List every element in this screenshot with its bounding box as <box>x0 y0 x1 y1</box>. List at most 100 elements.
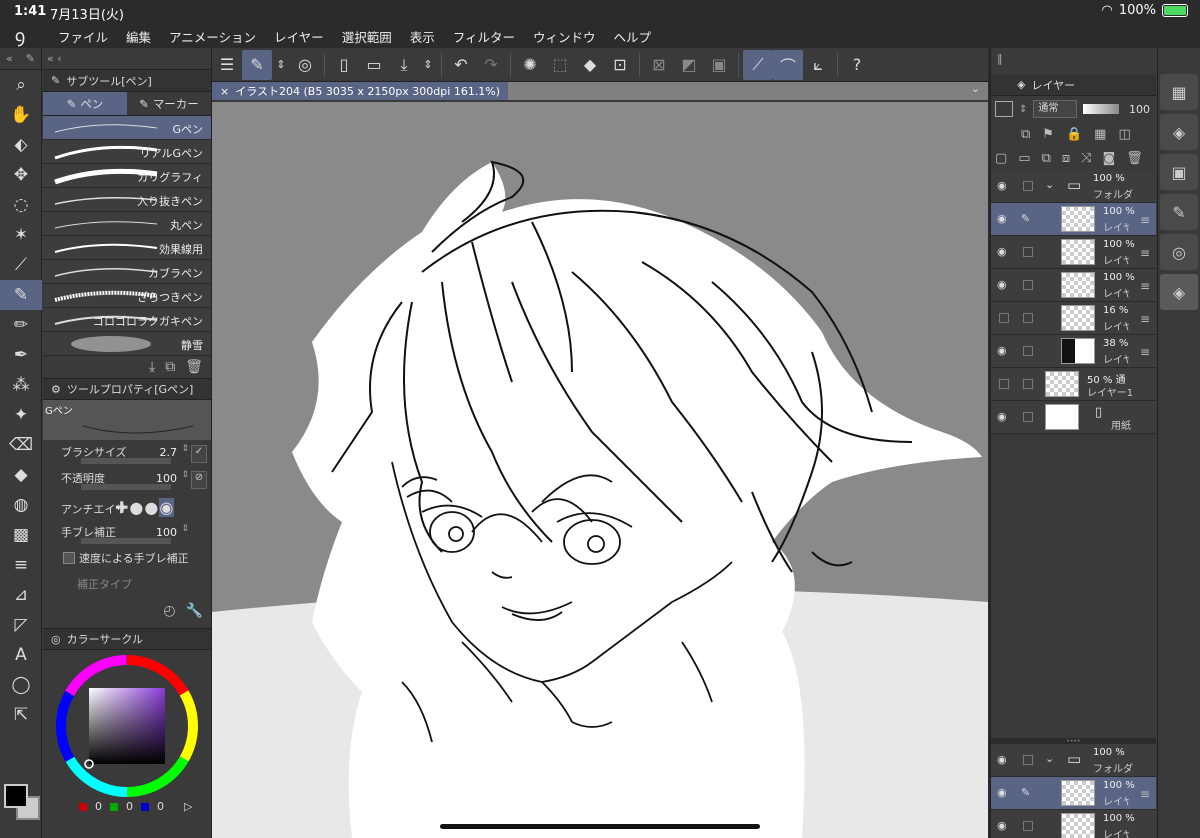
layer-menu-icon[interactable]: ≡ <box>1140 312 1150 326</box>
menu-file[interactable]: ファイル <box>58 27 108 46</box>
eye-icon[interactable]: ◉ <box>997 245 1011 259</box>
reference-icon[interactable]: ⚑ <box>1042 127 1054 142</box>
lock-checkbox[interactable] <box>1023 346 1033 356</box>
layer-panel-icon[interactable]: ◈ <box>1160 274 1198 310</box>
antialias-options[interactable]: ✚●●◉ <box>115 498 175 517</box>
menu-animation[interactable]: アニメーション <box>169 27 256 46</box>
zoom-tool-icon[interactable]: ⌕ <box>0 70 42 100</box>
layer-menu-icon[interactable]: ≡ <box>1140 345 1150 359</box>
save-icon[interactable]: ⤓ <box>389 50 419 80</box>
eye-icon[interactable]: ◉ <box>997 278 1011 292</box>
app-logo-icon[interactable]: ꝯ <box>0 24 40 48</box>
lock-checkbox[interactable] <box>1023 313 1033 323</box>
layer-property-panel-icon[interactable]: ✎ <box>1160 194 1198 230</box>
eye-icon[interactable]: ◉ <box>997 786 1011 800</box>
wrench-icon[interactable]: 🔧 <box>186 603 203 619</box>
visibility-checkbox[interactable] <box>999 379 1009 389</box>
grid-snap-icon[interactable]: ⟀ <box>803 50 833 80</box>
loading-icon[interactable]: ✺ <box>515 50 545 80</box>
layer-row[interactable]: ◉ 38 % レイヤー ≡ <box>991 335 1156 368</box>
eye-icon[interactable]: ◉ <box>997 212 1011 226</box>
invert-selection-icon[interactable]: ◩ <box>674 50 704 80</box>
canvas-area[interactable]: × イラスト204 (B5 3035 x 2150px 300dpi 161.1… <box>212 82 988 838</box>
chevron-updown-icon-2[interactable]: ⇕ <box>419 50 437 80</box>
eyedropper-tool-icon[interactable]: ⟋ <box>0 250 42 280</box>
tab-pen[interactable]: ✎ ペン <box>43 92 127 115</box>
menu-layer[interactable]: レイヤー <box>274 27 324 46</box>
undo-icon[interactable]: ↶ <box>446 50 476 80</box>
menu-filter[interactable]: フィルター <box>453 27 515 46</box>
pen-tool-icon[interactable]: ✎ <box>0 280 42 310</box>
menu-selection[interactable]: 選択範囲 <box>342 27 392 46</box>
transfer-icon[interactable]: ⤨ <box>1081 151 1091 166</box>
eye-icon[interactable]: ◉ <box>997 819 1011 833</box>
fill-tool-icon[interactable]: ◆ <box>0 460 42 490</box>
brush-tool-icon[interactable]: ✒ <box>0 340 42 370</box>
layer-row-active[interactable]: ◉ ✎ 100 % レイヤー ≡ <box>991 777 1156 810</box>
opacity-slider[interactable] <box>81 484 171 490</box>
layer-menu-icon[interactable]: ≡ <box>1140 279 1150 293</box>
chevron-down-icon[interactable]: ⌄ <box>971 82 980 95</box>
brush-item-real-gpen[interactable]: リアルGペン <box>43 140 211 164</box>
stabilization-slider[interactable] <box>81 538 171 544</box>
spinner-icon[interactable]: ⇕ <box>181 444 189 454</box>
clear-selection-icon[interactable]: ⊠ <box>644 50 674 80</box>
app-icon[interactable]: ◎ <box>290 50 320 80</box>
layer-menu-icon[interactable]: ≡ <box>1140 787 1150 801</box>
pressure-toggle[interactable]: ✓ <box>191 445 207 463</box>
menu-edit[interactable]: 編集 <box>126 27 151 46</box>
calendar-panel-icon[interactable]: ▦ <box>1160 74 1198 110</box>
menu-window[interactable]: ウィンドウ <box>533 27 596 46</box>
layer-row-folder[interactable]: ◉ ⌄ ▭ 100 % フォルダ <box>991 744 1156 777</box>
layer-menu-icon[interactable]: ≡ <box>1140 246 1150 260</box>
tab-marker[interactable]: ✎ マーカー <box>127 92 211 115</box>
close-tab-icon[interactable]: × <box>220 85 229 98</box>
layer-row[interactable]: 16 % レイヤー ≡ <box>991 302 1156 335</box>
frame-tool-icon[interactable]: ≡ <box>0 550 42 580</box>
selection-dashed-icon[interactable]: ⬚ <box>545 50 575 80</box>
duplicate-icon[interactable]: ⧉ <box>165 359 175 375</box>
spinner-icon[interactable]: ⇕ <box>181 470 189 480</box>
ruler-tool-icon[interactable]: ⊿ <box>0 580 42 610</box>
merge-down-icon[interactable]: ⧈ <box>1062 151 1070 166</box>
move-tool-icon[interactable]: ✥ <box>0 160 42 190</box>
lock-checkbox[interactable] <box>1023 412 1033 422</box>
layer-row[interactable]: ◉ 100 % レイヤー ≡ <box>991 236 1156 269</box>
balloon-tool-icon[interactable]: ◯ <box>0 670 42 700</box>
lock-checkbox[interactable] <box>1023 247 1033 257</box>
opacity-slider[interactable] <box>1083 104 1120 114</box>
brush-item-gpen[interactable]: Gペン <box>43 116 211 140</box>
brush-item-iri-nuki[interactable]: 入り抜きペン <box>43 188 211 212</box>
brush-item-maru-pen[interactable]: 丸ペン <box>43 212 211 236</box>
lock-icon[interactable]: 🔒 <box>1066 127 1082 142</box>
lasso-tool-icon[interactable]: ◌ <box>0 190 42 220</box>
eye-icon[interactable]: ◉ <box>997 344 1011 358</box>
visibility-checkbox[interactable] <box>999 313 1009 323</box>
object-tool-icon[interactable]: ⇱ <box>0 700 42 730</box>
sub-view-panel-icon[interactable]: ▣ <box>1160 154 1198 190</box>
brush-item-kabura-pen[interactable]: カブラペン <box>43 260 211 284</box>
new-file-icon[interactable]: ▯ <box>329 50 359 80</box>
speed-checkbox[interactable] <box>63 552 75 564</box>
import-icon[interactable]: ⤓ <box>149 359 155 375</box>
eye-icon[interactable]: ◉ <box>997 410 1011 424</box>
layer-menu-icon[interactable]: ≡ <box>1140 213 1150 227</box>
lock-checkbox[interactable] <box>1023 755 1033 765</box>
gradient-tool-icon[interactable]: ▩ <box>0 520 42 550</box>
brush-item-gorogoro[interactable]: ゴロゴロラクガキペン <box>43 308 211 332</box>
mask-icon[interactable]: ◫ <box>1118 127 1130 142</box>
fill-icon[interactable]: ◆ <box>575 50 605 80</box>
new-raster-layer-icon[interactable]: ▢ <box>995 151 1007 166</box>
opacity-toggle[interactable]: ⊘ <box>191 471 207 489</box>
color-wheel[interactable] <box>51 654 211 804</box>
menu-view[interactable]: 表示 <box>410 27 435 46</box>
eye-icon[interactable]: ◉ <box>997 753 1011 767</box>
copy-layer-icon[interactable]: ⧉ <box>1042 151 1051 166</box>
magic-wand-tool-icon[interactable]: ✶ <box>0 220 42 250</box>
layer-row[interactable]: ◉ 100 % レイヤー <box>991 810 1156 838</box>
ruler-snap-icon[interactable]: ⟋ <box>743 49 773 80</box>
material-panel-icon[interactable]: ◈ <box>1160 114 1198 150</box>
delete-layer-icon[interactable]: 🗑 <box>1126 151 1143 166</box>
layer-opacity-value[interactable]: 100 <box>1129 103 1150 116</box>
layer-row-folder[interactable]: ◉ ⌄ ▭ 100 % フォルダ <box>991 170 1156 203</box>
